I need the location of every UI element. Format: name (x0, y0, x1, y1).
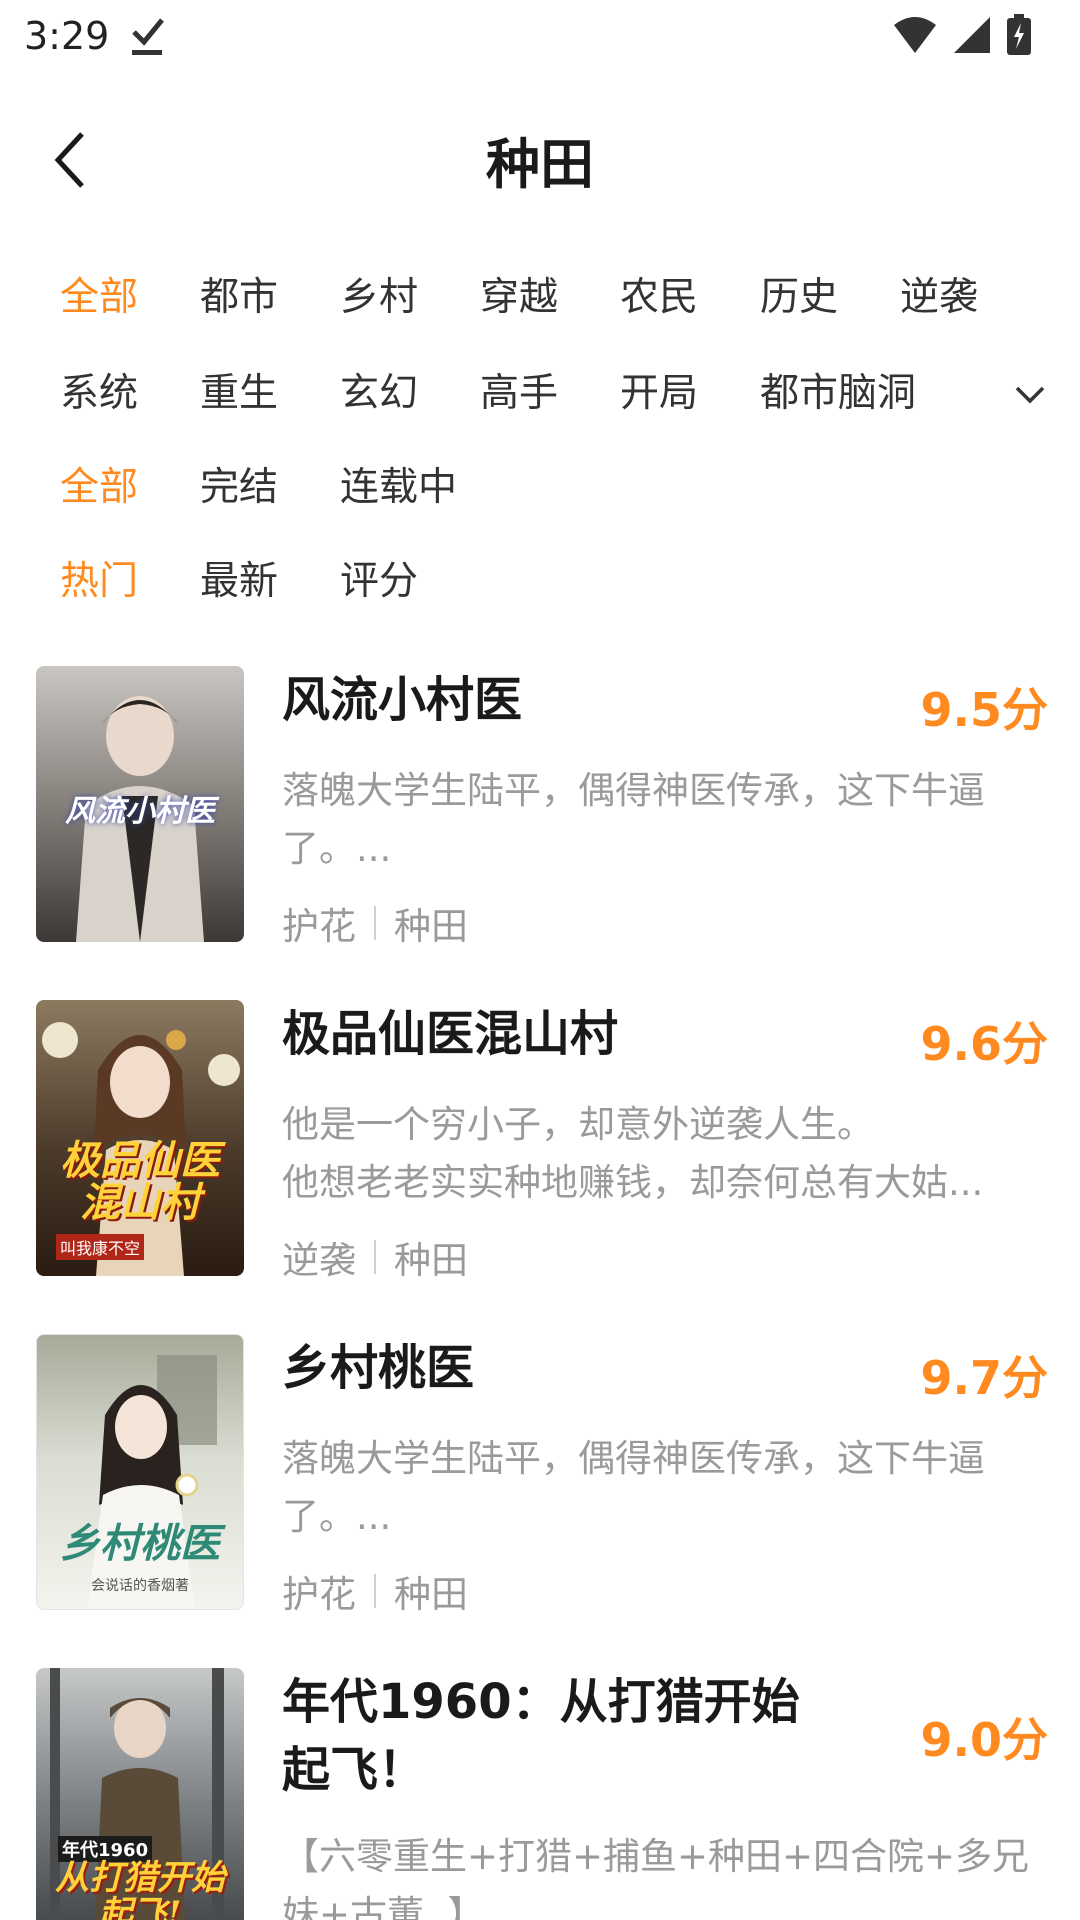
book-tag: 护花 (282, 1573, 356, 1616)
book-tag: 护花 (282, 905, 356, 948)
expand-filters-button[interactable] (1000, 370, 1060, 420)
tag-divider (374, 1574, 376, 1608)
book-tag: 逆袭 (282, 1239, 356, 1282)
download-icon (128, 14, 168, 62)
book-list-item[interactable]: 乡村桃医 会说话的香烟著 乡村桃医 9.7分 落魄大学生陆平，偶得神医传承，这下… (0, 1334, 1080, 1634)
filter-category-urban-idea[interactable]: 都市脑洞 (760, 364, 916, 424)
book-cover: 风流小村医 (36, 666, 244, 942)
battery-icon (1006, 14, 1032, 60)
filter-category-all[interactable]: 全部 (60, 268, 138, 328)
page-title: 种田 (486, 133, 594, 196)
book-description: 落魄大学生陆平，偶得神医传承，这下牛逼了。... (282, 769, 985, 870)
book-title: 年代1960：从打猎开始起飞！ (282, 1674, 800, 1798)
book-tag: 种田 (394, 1239, 468, 1282)
book-description: 落魄大学生陆平，偶得神医传承，这下牛逼了。... (282, 1437, 985, 1538)
filter-category-village[interactable]: 乡村 (340, 268, 418, 328)
cover-author: 叫我康不空 (56, 1234, 145, 1260)
book-cover: 年代1960 从打猎开始起飞! (36, 1668, 244, 1920)
cover-author: 会说话的香烟著 (91, 1578, 189, 1594)
cover-title: 从打猎开始起飞! (55, 1858, 225, 1920)
book-title: 乡村桃医 (282, 1340, 475, 1396)
cover-title: 极品仙医混山村 (60, 1137, 220, 1226)
book-score: 9.7分 (920, 1351, 1049, 1405)
book-description: 【六零重生+打猎+捕鱼+种田+四合院+多兄妹+古董..】... (282, 1835, 1030, 1920)
book-tags: 护花 种田 (282, 1564, 468, 1618)
signal-icon (952, 15, 992, 59)
filter-category-history[interactable]: 历史 (760, 268, 838, 328)
book-tags: 护花 种田 (282, 896, 468, 950)
filter-status-completed[interactable]: 完结 (200, 458, 278, 518)
sort-rating[interactable]: 评分 (340, 552, 418, 612)
filter-category-master[interactable]: 高手 (480, 364, 558, 424)
book-list-item[interactable]: 年代1960 从打猎开始起飞! 年代1960：从打猎开始起飞！ 9.0分 【六零… (0, 1668, 1080, 1920)
book-list-item[interactable]: 风流小村医 风流小村医 9.5分 落魄大学生陆平，偶得神医传承，这下牛逼了。..… (0, 666, 1080, 966)
tag-divider (374, 906, 376, 940)
filter-status-all[interactable]: 全部 (60, 458, 138, 518)
book-cover: 乡村桃医 会说话的香烟著 (36, 1334, 244, 1610)
filter-category-rebirth[interactable]: 重生 (200, 364, 278, 424)
sort-latest[interactable]: 最新 (200, 552, 278, 612)
filter-category-comeback[interactable]: 逆袭 (900, 268, 978, 328)
book-title: 极品仙医混山村 (282, 1006, 619, 1062)
filter-category-time-travel[interactable]: 穿越 (480, 268, 558, 328)
book-list-item[interactable]: 极品仙医混山村 叫我康不空 极品仙医混山村 9.6分 他是一个穷小子，却意外逆袭… (0, 1000, 1080, 1300)
filter-status-ongoing[interactable]: 连载中 (340, 458, 457, 518)
book-tags: 逆袭 种田 (282, 1230, 468, 1284)
filter-category-system[interactable]: 系统 (60, 364, 138, 424)
book-score: 9.6分 (920, 1017, 1049, 1071)
cover-title: 乡村桃医 (60, 1520, 220, 1567)
filter-category-urban[interactable]: 都市 (200, 268, 278, 328)
status-time: 3:29 (24, 14, 110, 58)
chevron-down-icon (1015, 386, 1045, 404)
book-score: 9.5分 (920, 683, 1049, 737)
book-score: 9.0分 (920, 1713, 1049, 1767)
tag-divider (374, 1240, 376, 1274)
status-bar: 3:29 (0, 0, 1080, 72)
sort-popular[interactable]: 热门 (60, 552, 138, 612)
filter-category-opening[interactable]: 开局 (620, 364, 698, 424)
book-tag: 种田 (394, 905, 468, 948)
filter-category-farmer[interactable]: 农民 (620, 268, 698, 328)
filter-category-fantasy[interactable]: 玄幻 (340, 364, 418, 424)
book-cover: 极品仙医混山村 叫我康不空 (36, 1000, 244, 1276)
book-description: 他是一个穷小子，却意外逆袭人生。 他想老老实实种地赚钱，却奈何总有大姑... (282, 1103, 984, 1204)
book-tag: 种田 (394, 1573, 468, 1616)
book-title: 风流小村医 (282, 672, 523, 728)
wifi-icon (892, 15, 938, 59)
cover-title: 风流小村医 (65, 794, 215, 829)
nav-bar: 种田 (0, 100, 1080, 215)
